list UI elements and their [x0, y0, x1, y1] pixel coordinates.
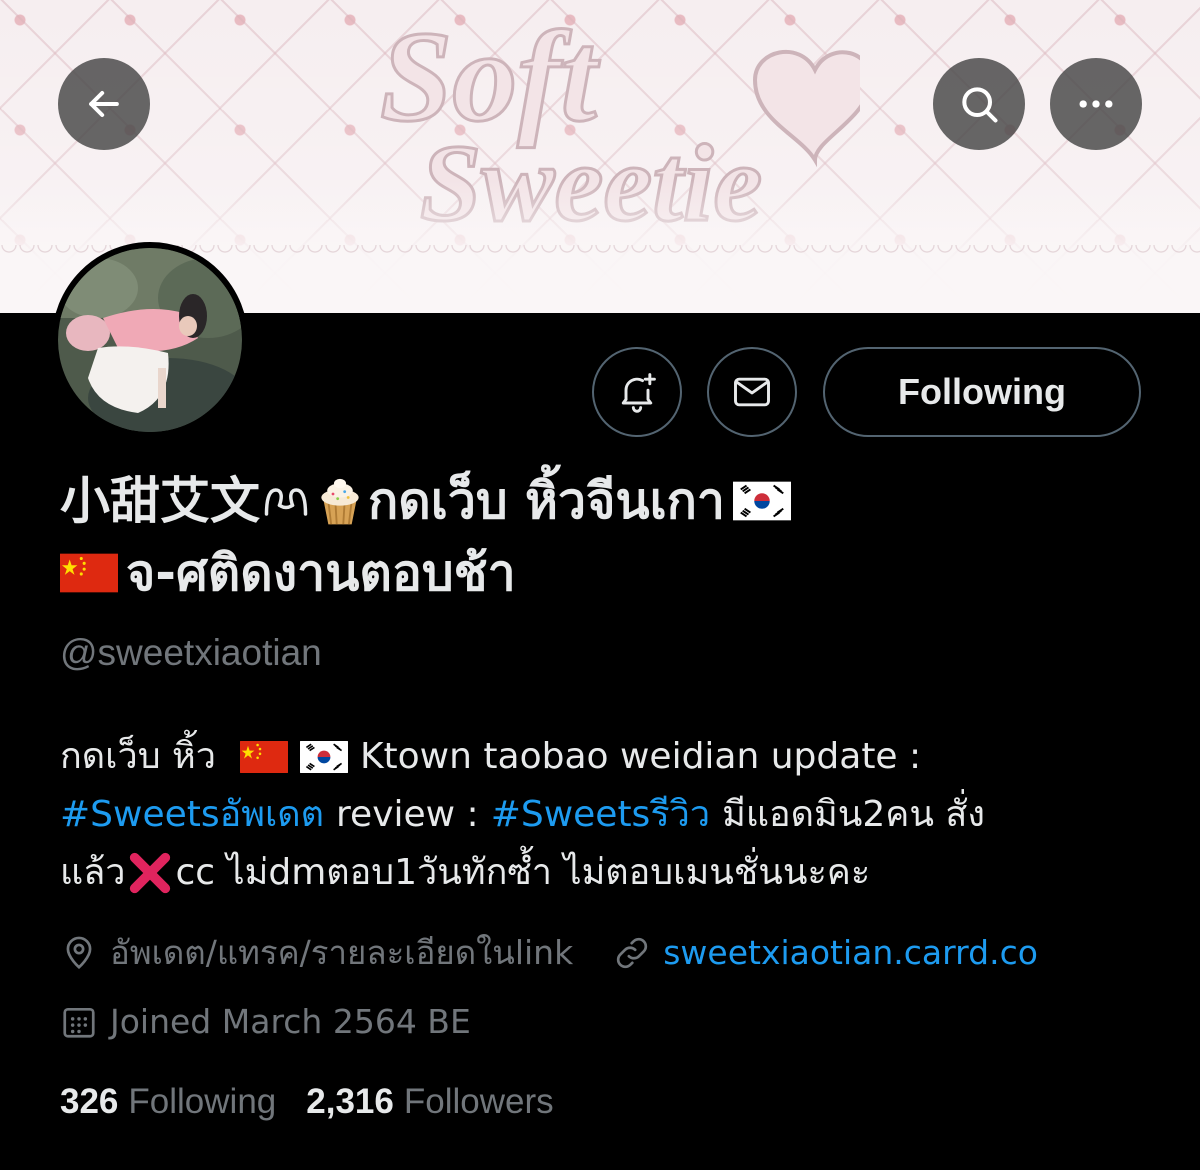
user-handle: @sweetxiaotian [60, 632, 322, 673]
calendar-icon [63, 1007, 95, 1038]
following-label: Following [128, 1082, 277, 1121]
more-horizontal-icon [1079, 100, 1113, 108]
bio-text: cc ไม่dmตอบ1วันทักซ้ำ ไม่ตอบเมนชั่นนะคะ [175, 852, 871, 893]
display-name-thai-2: จ-ศติดงานตอบช้า [126, 544, 516, 602]
notifications-button[interactable] [592, 347, 682, 437]
profile-bio: กดเว็บ หิ้ว Ktown taobao weidian update … [60, 728, 1160, 902]
profile-location: อัพเดต/แทรค/รายละเอียดในlink [110, 933, 574, 972]
bio-text: Ktown taobao weidian update : [359, 736, 922, 777]
display-name-thai-1: กดเว็บ หิ้วจีนเกา [368, 472, 726, 530]
search-icon [962, 87, 998, 123]
cupcake-icon [321, 478, 359, 525]
cross-mark-icon [130, 852, 171, 894]
bell-plus-icon [621, 373, 656, 413]
back-button[interactable] [58, 58, 150, 150]
ribbon-icon [264, 488, 308, 516]
profile-joined-row: Joined March 2564 BE [60, 1002, 471, 1041]
message-button[interactable] [707, 347, 797, 437]
korea-flag-icon [733, 481, 792, 521]
arrow-left-icon [89, 90, 119, 118]
followers-count-link[interactable]: 2,316 Followers [306, 1082, 553, 1122]
profile-website-link[interactable]: sweetxiaotian.carrd.co [663, 933, 1038, 972]
bio-text: กดเว็บ หิ้ว [60, 736, 216, 777]
bio-text: review : [336, 794, 479, 835]
following-count: 326 [60, 1082, 119, 1121]
china-flag-icon [239, 741, 288, 773]
hashtag-link[interactable]: #Sweetsรีวิว [491, 786, 710, 844]
display-name: 小甜艾文 กดเว็บ หิ้วจีนเกา จ-ศติดงานตอบช้า [60, 468, 1160, 606]
hashtag-link[interactable]: #Sweetsอัพเดต [60, 786, 324, 844]
search-button[interactable] [933, 58, 1025, 150]
china-flag-icon [60, 553, 118, 593]
followers-label: Followers [403, 1082, 554, 1121]
envelope-icon [734, 377, 770, 407]
profile-meta-row: อัพเดต/แทรค/รายละเอียดในlink sweetxiaoti… [60, 926, 1038, 979]
location-pin-icon [66, 936, 92, 969]
link-icon [617, 937, 648, 968]
follow-counts: 326 Following 2,316 Followers [60, 1082, 554, 1122]
more-options-button[interactable] [1050, 58, 1142, 150]
following-count-link[interactable]: 326 Following [60, 1082, 276, 1122]
following-button[interactable]: Following [823, 347, 1141, 437]
bio-text: แล้ว [60, 852, 126, 893]
avatar-image [58, 248, 242, 432]
korea-flag-icon [299, 741, 348, 773]
bio-text: มีแอดมิน2คน สั่ง [722, 794, 985, 835]
profile-avatar[interactable] [52, 242, 248, 438]
display-name-chinese: 小甜艾文 [60, 472, 260, 530]
followers-count: 2,316 [306, 1082, 394, 1121]
profile-joined-date: Joined March 2564 BE [110, 1002, 471, 1041]
